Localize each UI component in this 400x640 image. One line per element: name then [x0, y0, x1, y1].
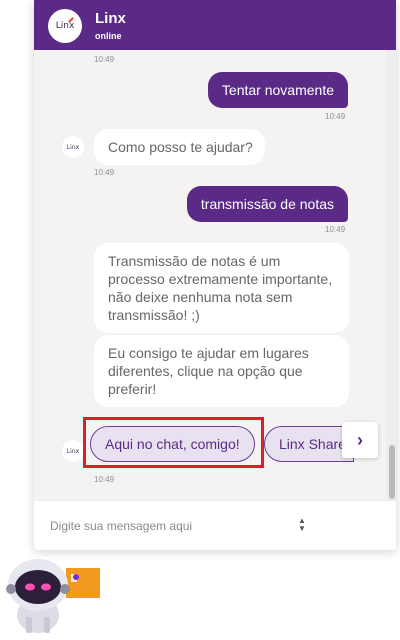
bot-avatar: Linx: [62, 136, 84, 158]
highlight-box: [83, 417, 264, 468]
message-list: 10:49 Tentar novamente 10:49 Linx Como p…: [34, 50, 396, 500]
stepper-icon[interactable]: ▲ ▼: [296, 517, 308, 535]
message-time: 10:49: [94, 55, 115, 64]
scrollbar[interactable]: [386, 50, 396, 500]
online-status: online: [95, 31, 122, 41]
chat-widget: Linx Linx online 10:49 Tentar novamente …: [34, 0, 396, 550]
bot-message: Como posso te ajudar?: [94, 129, 265, 165]
logo-text: Linx: [66, 143, 80, 151]
message-input[interactable]: [50, 517, 290, 535]
message-time: 10:49: [94, 168, 115, 177]
robot-mascot[interactable]: [0, 555, 110, 635]
message-time: 10:49: [325, 225, 346, 234]
chat-header: Linx Linx online: [34, 0, 396, 50]
user-message: transmissão de notas: [186, 186, 348, 222]
linx-logo: Linx: [48, 9, 82, 43]
chevron-right-icon[interactable]: ›: [342, 422, 378, 458]
message-time: 10:49: [94, 475, 115, 484]
robot-mascot-graphic: [6, 559, 100, 633]
option-linx-share-button[interactable]: Linx Share: [264, 426, 354, 462]
bot-message: Transmissão de notas é um processo extre…: [94, 243, 349, 333]
bot-avatar: Linx: [62, 440, 84, 462]
chat-title: Linx: [95, 10, 126, 27]
message-input-area: ▲▼: [34, 500, 396, 550]
message-time: 10:49: [325, 112, 346, 121]
scroll-thumb[interactable]: [389, 445, 395, 499]
logo-text: Linx: [55, 21, 75, 31]
logo-text: Linx: [66, 447, 80, 455]
bot-message: Eu consigo te ajudar em lugares diferent…: [94, 335, 349, 407]
user-message: Tentar novamente: [207, 72, 348, 108]
